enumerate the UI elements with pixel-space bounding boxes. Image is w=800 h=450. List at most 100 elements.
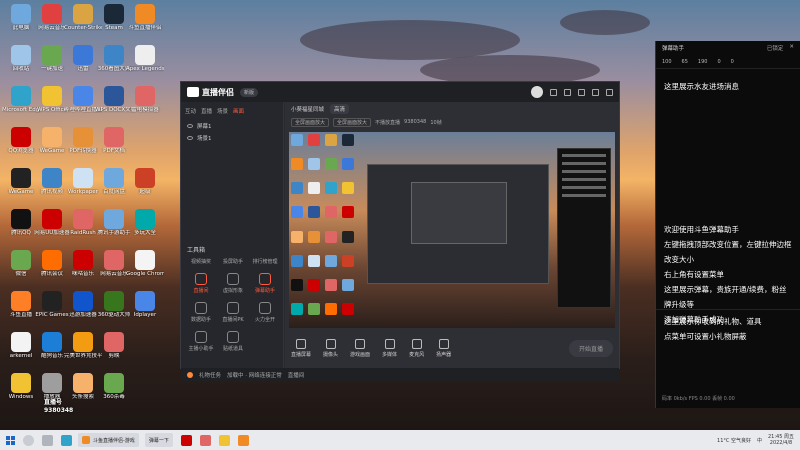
tool-icon — [195, 273, 207, 285]
lock-button[interactable]: 已锁定 — [767, 44, 784, 52]
pinned-app-icon[interactable] — [180, 434, 192, 446]
taskbar-app-danmu[interactable]: 弹幕一下 — [144, 433, 173, 447]
tool-item[interactable]: 直播间 — [185, 273, 217, 294]
preview-icon — [342, 134, 354, 146]
danmu-stats: 100 65 190 0 0 — [656, 55, 800, 69]
message-icon[interactable] — [550, 88, 557, 96]
language-indicator[interactable]: 中 — [757, 437, 762, 444]
tab-live[interactable]: 直播 — [201, 107, 212, 115]
scene-row[interactable]: 屏幕1 — [181, 120, 283, 132]
pinned-app-icon[interactable] — [218, 434, 230, 446]
scene-row[interactable]: 场景1 — [181, 132, 283, 144]
start-icon[interactable] — [6, 435, 15, 445]
zoom-chip[interactable]: 全屏画面放大 — [291, 117, 330, 127]
cloud — [300, 20, 520, 60]
version-badge[interactable]: 新版 — [240, 87, 259, 97]
cloud — [560, 10, 650, 35]
preview-icon — [291, 230, 303, 243]
stage-source-button[interactable]: 多媒体 — [382, 338, 397, 358]
desktop-icon[interactable]: 多玩大全 — [126, 207, 164, 247]
app-title: 直播伴侣 — [202, 87, 234, 97]
eye-icon[interactable] — [187, 136, 193, 140]
stage-source-button[interactable]: 游戏画面 — [350, 338, 370, 358]
desktop-icon[interactable]: 雷电模拟器 — [126, 84, 164, 124]
desktop-icon[interactable]: 斗鱼直播伴侣 — [126, 2, 164, 42]
tool-item[interactable]: 排行榜管理 — [249, 258, 281, 265]
app-icon — [73, 373, 93, 393]
stream-preview[interactable] — [289, 132, 615, 328]
desktop-icon[interactable]: PDF文档 — [95, 125, 133, 165]
app-icon — [11, 373, 31, 393]
desktop-icon-label: PDF文档 — [103, 148, 125, 154]
desktop-icon[interactable]: 剪映 — [95, 330, 133, 370]
preview-icon — [291, 254, 303, 267]
tool-item[interactable]: 弹幕助手 — [249, 273, 281, 294]
search-icon[interactable] — [23, 434, 34, 446]
stage-source-button[interactable]: 麦克风 — [409, 338, 424, 358]
tab-interact[interactable]: 互动 — [185, 107, 196, 115]
app-titlebar[interactable]: 直播伴侣 新版 — [181, 82, 619, 102]
app-icon — [104, 373, 124, 393]
gift-line: 点菜单可设置小礼物屏蔽 — [664, 332, 747, 341]
tool-item[interactable]: 火力全开 — [249, 302, 281, 323]
desktop-icon[interactable]: 360杀毒 — [95, 371, 133, 411]
preview-icon — [308, 206, 320, 219]
desktop-icon-label: 雷电模拟器 — [131, 107, 159, 113]
desktop-icon[interactable]: Idplayer — [126, 289, 164, 329]
status-gift[interactable]: 礼物任务 — [199, 371, 221, 379]
edge-icon[interactable] — [61, 434, 72, 446]
maximize-icon[interactable] — [592, 88, 599, 96]
tool-icon — [227, 273, 239, 285]
desktop-icon[interactable]: Apex Legends — [126, 43, 164, 83]
close-icon[interactable] — [606, 88, 613, 96]
tab-screen[interactable]: 画面 — [233, 107, 244, 115]
user-avatar[interactable] — [531, 86, 543, 98]
status-room[interactable]: 直播间 — [288, 371, 305, 379]
minimize-icon[interactable] — [578, 88, 585, 96]
stage-source-button[interactable]: 扬声器 — [436, 338, 451, 358]
pinned-app-icon[interactable] — [237, 434, 249, 446]
tool-item[interactable]: 虚拟形象 — [217, 273, 249, 294]
app-icon — [104, 4, 124, 24]
clock[interactable]: 21:45 周五 2022/4/8 — [768, 434, 794, 446]
task-view-icon[interactable] — [42, 434, 53, 446]
tool-icon — [259, 273, 271, 285]
preview-icon — [342, 254, 354, 267]
settings-icon[interactable] — [564, 88, 571, 96]
stage-bottom-bar: 直播屏幕 摄像头 游戏画面 多媒体 麦克风 扬声器 开始直播 — [285, 328, 619, 368]
logo-icon — [187, 87, 199, 97]
desktop-icon[interactable]: 超级 — [126, 166, 164, 206]
taskbar-app-douyu[interactable]: 斗鱼直播伴侣-游戏 — [78, 433, 139, 447]
preview-icon — [325, 182, 337, 195]
eye-icon[interactable] — [187, 124, 193, 128]
tool-item[interactable]: 数据助手 — [185, 302, 217, 323]
danmu-header-controls: 已锁定 ✕ — [767, 44, 794, 52]
quality-badge[interactable]: 高清 — [330, 104, 350, 114]
app-icon — [104, 209, 124, 229]
danmu-header[interactable]: 弹幕助手 已锁定 ✕ — [656, 41, 800, 55]
weather-widget[interactable]: 11°C 空气良好 — [717, 437, 751, 444]
stage-source-button[interactable]: 直播屏幕 — [291, 338, 311, 358]
desktop-icon-label: 剪映 — [108, 353, 120, 359]
danmu-line: 这里展示弹幕，贵族开通/续费，粉丝 — [664, 285, 787, 294]
tool-item[interactable]: 主播小助手 — [185, 331, 217, 352]
tool-item[interactable]: 视频抽奖 — [185, 258, 217, 265]
tool-item[interactable]: 直播间PK — [217, 302, 249, 323]
app-icon — [73, 127, 93, 147]
clock-date: 2022/4/8 — [769, 440, 793, 446]
app-icon — [11, 209, 31, 229]
start-live-button[interactable]: 开始直播 — [568, 339, 613, 357]
tool-item[interactable]: 贴纸道具 — [217, 331, 249, 352]
gift-messages-section: 这里展示你收到的礼物、道具 点菜单可设置小礼物屏蔽 — [656, 309, 800, 344]
pinned-app-icon[interactable] — [199, 434, 211, 446]
stage-source-button[interactable]: 摄像头 — [323, 338, 338, 358]
app-icon — [135, 4, 155, 24]
close-icon[interactable]: ✕ — [789, 44, 794, 52]
tab-scene[interactable]: 场景 — [217, 107, 228, 115]
tool-icon — [227, 302, 239, 314]
desktop-icon[interactable]: Google Chrome — [126, 248, 164, 288]
preview-icon — [325, 278, 337, 291]
danmu-line: 左键拖拽顶部改变位置，左键拉伸边框 — [664, 240, 792, 249]
zoom-chip[interactable]: 全屏画面放大 — [333, 117, 372, 127]
tool-item[interactable]: 投屏助手 — [217, 258, 249, 265]
